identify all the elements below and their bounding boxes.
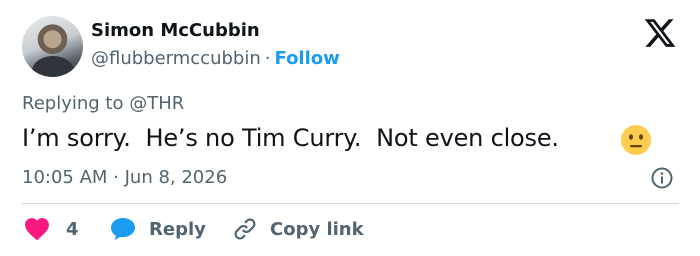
x-logo-icon[interactable] [642, 16, 678, 50]
reply-button[interactable]: Reply [109, 214, 206, 244]
author-name[interactable]: Simon McCubbin [91, 20, 260, 41]
replying-to[interactable]: Replying to @THR [22, 93, 184, 114]
avatar-figure [32, 56, 74, 77]
speech-bubble-icon [111, 218, 135, 240]
info-icon[interactable] [650, 166, 674, 190]
tweet-text: I’m sorry. He’s no Tim Curry. Not even c… [22, 124, 559, 152]
action-bar: 4 Reply Copy link [22, 214, 679, 244]
heart-icon [25, 218, 49, 241]
like-count: 4 [66, 218, 79, 240]
timestamp[interactable]: 10:05 AM · Jun 8, 2026 [22, 167, 227, 188]
follow-button[interactable]: Follow [275, 48, 340, 69]
neutral-face-emoji-icon [621, 125, 651, 155]
like-button[interactable]: 4 [24, 214, 79, 244]
separator-dot: · [264, 48, 271, 69]
author-handle-row: @flubbermccubbin · Follow [91, 48, 340, 69]
author-handle[interactable]: @flubbermccubbin [91, 48, 261, 69]
copy-link-label: Copy link [270, 218, 364, 240]
avatar[interactable] [22, 16, 83, 77]
link-icon [234, 218, 256, 240]
divider [22, 203, 679, 204]
copy-link-button[interactable]: Copy link [232, 214, 364, 244]
reply-label: Reply [149, 218, 206, 240]
